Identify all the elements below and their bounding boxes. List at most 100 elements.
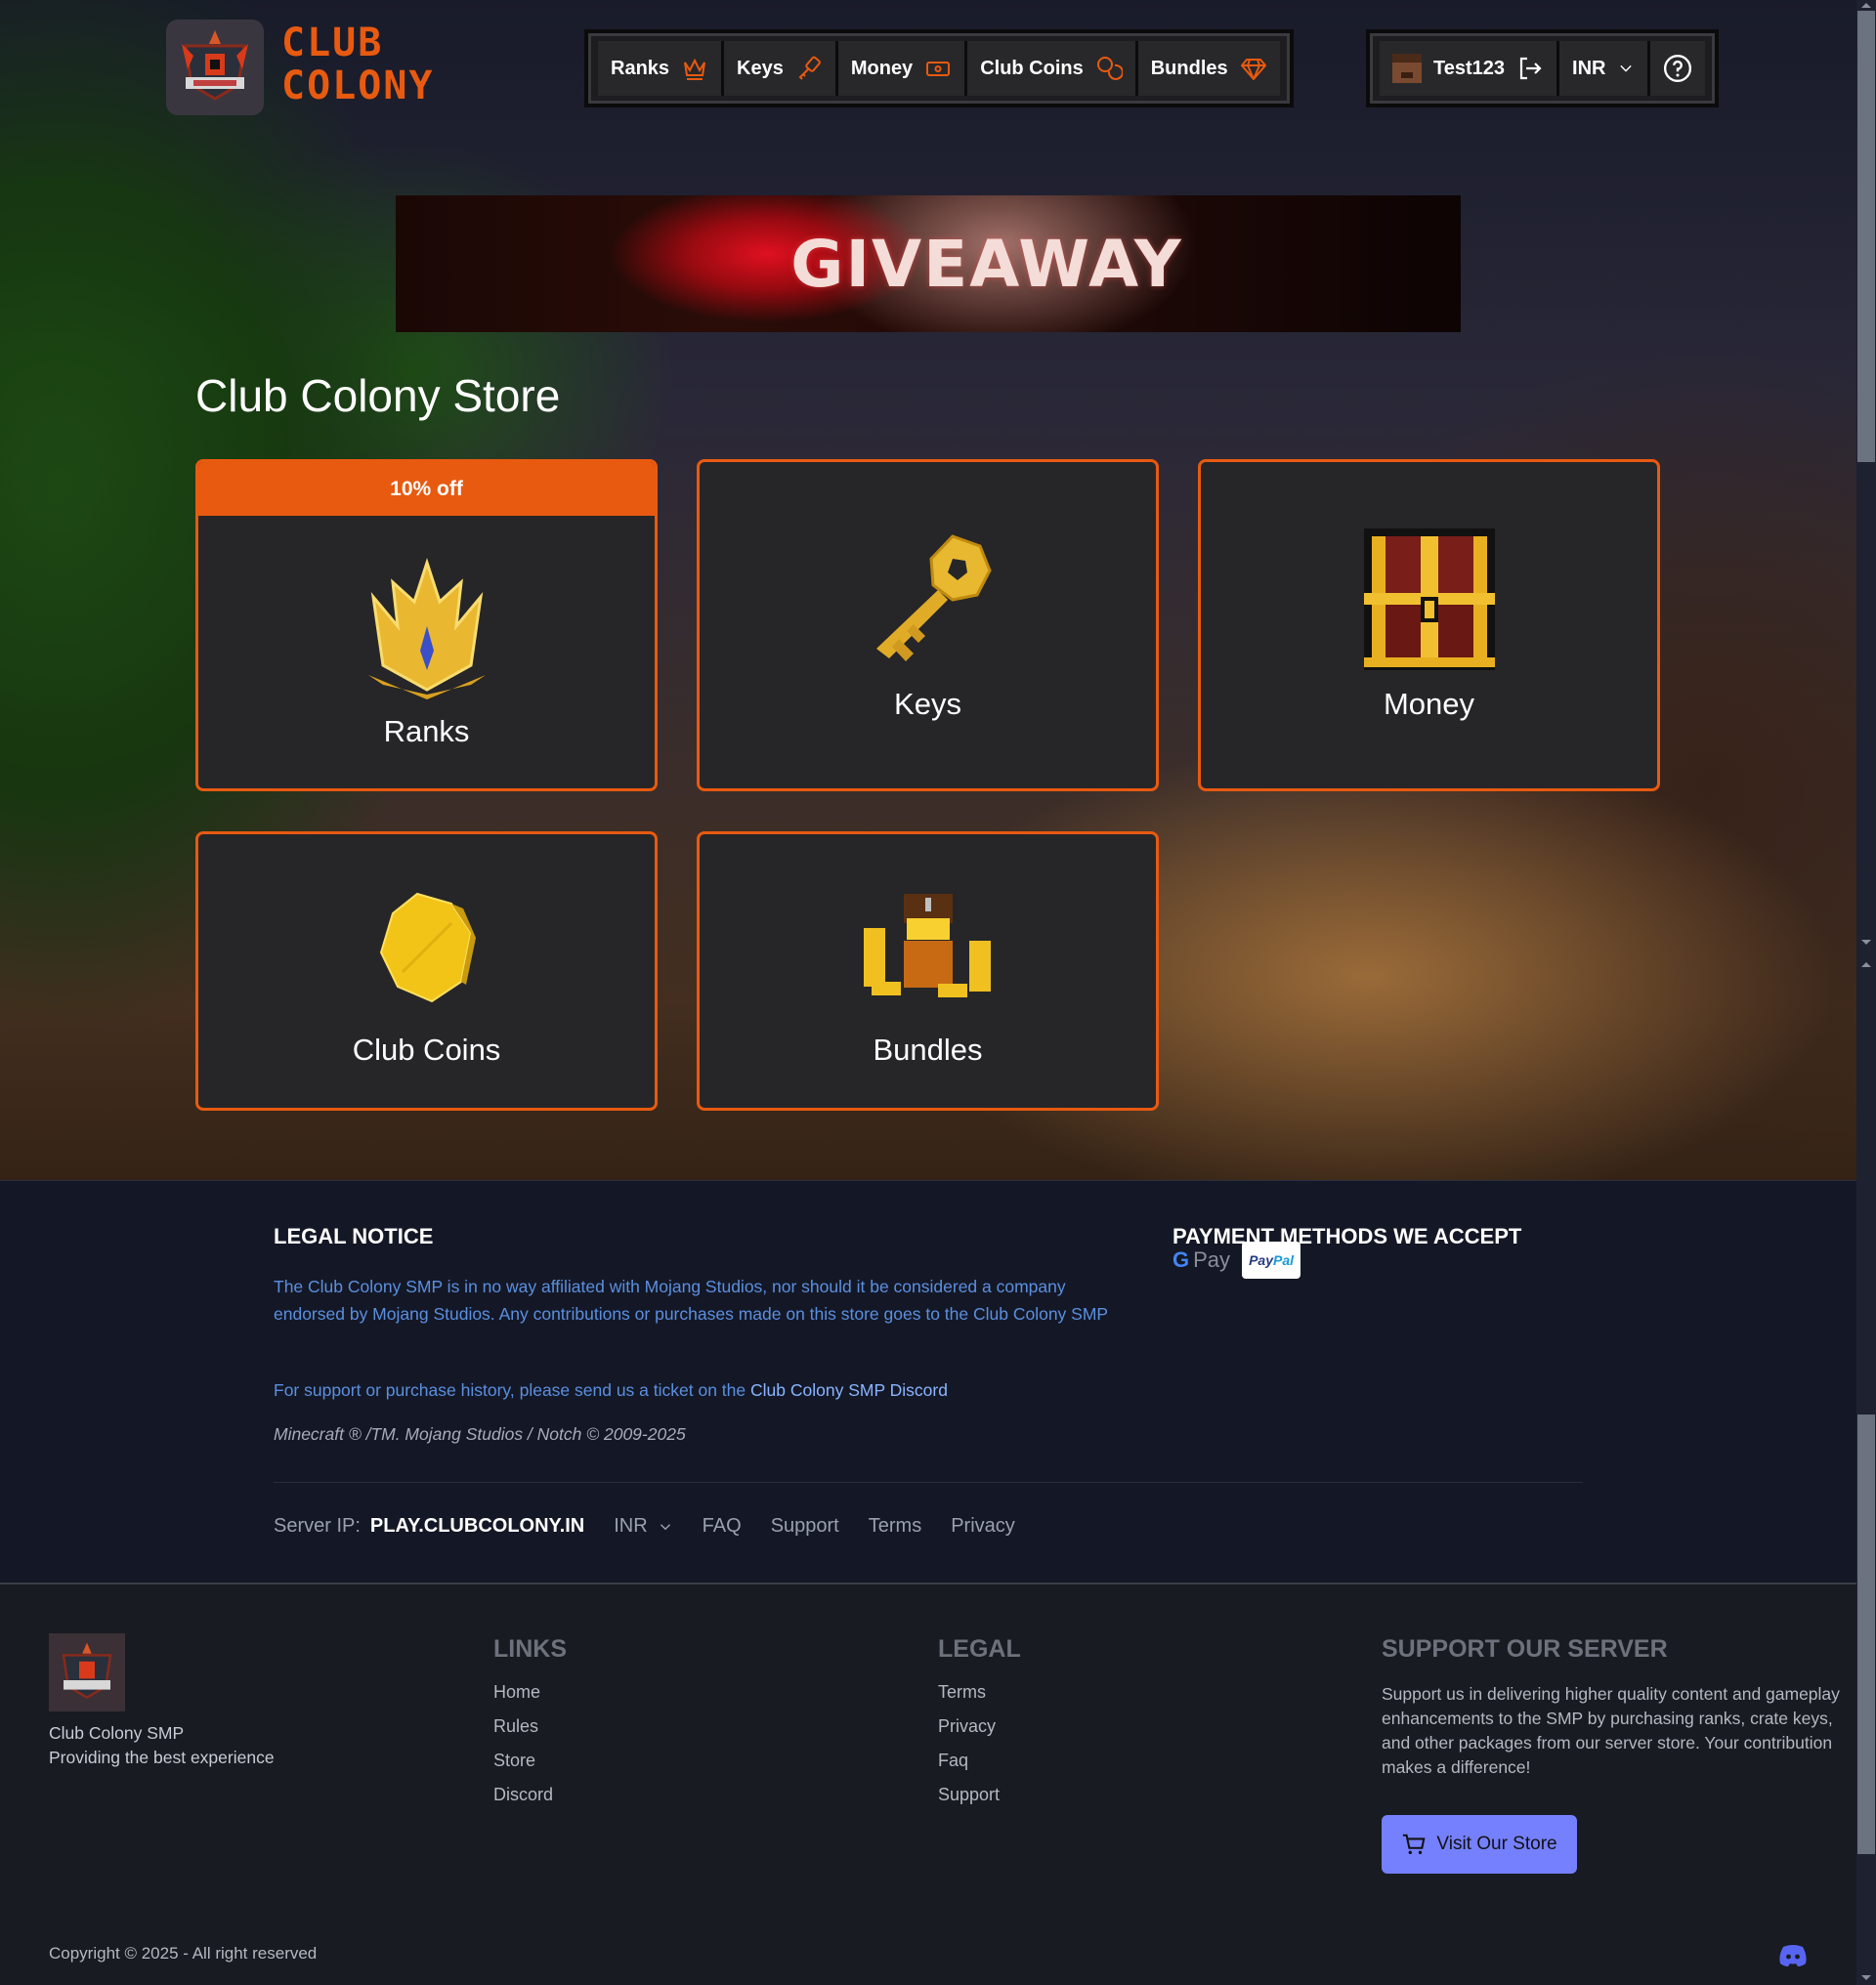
brand-name[interactable]: CLUB COLONY xyxy=(281,21,435,107)
links-title: LINKS xyxy=(493,1635,567,1663)
footer-link-privacy[interactable]: Privacy xyxy=(951,1515,1015,1538)
shield-logo-icon xyxy=(62,1642,112,1699)
footer-legal-support[interactable]: Support xyxy=(938,1785,1000,1819)
footer-legal-privacy[interactable]: Privacy xyxy=(938,1716,1000,1751)
banner-text: GIVEAWAY xyxy=(790,226,1183,302)
shield-logo-icon xyxy=(182,30,248,101)
scrollbar-thumb[interactable] xyxy=(1857,11,1875,462)
support-description: Support us in delivering higher quality … xyxy=(1382,1684,1840,1777)
legal-section: LEGAL NOTICE The Club Colony SMP is in n… xyxy=(0,1180,1856,1583)
nav-keys[interactable]: Keys xyxy=(724,41,838,96)
scroll-down-arrow-2[interactable] xyxy=(1861,1975,1871,1980)
nav-money[interactable]: Money xyxy=(837,41,968,96)
discord-link[interactable]: Club Colony SMP Discord xyxy=(750,1380,948,1400)
diamond-icon xyxy=(1240,59,1266,80)
copyright: Copyright © 2025 - All right reserved xyxy=(49,1944,318,1963)
footer-link-store[interactable]: Store xyxy=(493,1751,553,1785)
nav-club-coins[interactable]: Club Coins xyxy=(967,41,1138,96)
footer-link-rules[interactable]: Rules xyxy=(493,1716,553,1751)
category-label: Keys xyxy=(894,687,961,721)
category-label: Bundles xyxy=(873,1033,983,1067)
brand-line-2: COLONY xyxy=(281,63,435,108)
category-card-money[interactable]: Money xyxy=(1198,459,1660,791)
scroll-up-arrow-2[interactable] xyxy=(1861,962,1871,967)
nav-ranks-label: Ranks xyxy=(611,57,670,79)
footer-legal-list: Terms Privacy Faq Support xyxy=(938,1682,1000,1819)
scroll-down-arrow[interactable] xyxy=(1861,940,1871,945)
username: Test123 xyxy=(1433,57,1506,79)
help-button[interactable] xyxy=(1650,41,1706,96)
key-icon xyxy=(798,56,821,80)
footer-brand-name: Club Colony SMP xyxy=(49,1723,185,1743)
footer-link-discord[interactable]: Discord xyxy=(493,1785,553,1819)
server-ip-label: Server IP: xyxy=(274,1515,361,1537)
user-menu: Test123 INR xyxy=(1366,29,1720,107)
nav-club-coins-label: Club Coins xyxy=(980,57,1084,79)
legal-text: The Club Colony SMP is in no way affilia… xyxy=(274,1277,1109,1324)
category-label: Ranks xyxy=(383,713,470,748)
main-nav: Ranks Keys Money Club Coins Bundles xyxy=(584,29,1294,107)
nav-keys-label: Keys xyxy=(737,57,784,79)
player-avatar xyxy=(1392,54,1422,83)
nav-bundles-label: Bundles xyxy=(1150,57,1228,79)
legal-links-title: LEGAL xyxy=(938,1635,1021,1663)
category-card-bundles[interactable]: Bundles xyxy=(697,831,1159,1111)
footer-logo xyxy=(49,1633,125,1711)
google-g-icon: G xyxy=(1172,1247,1190,1272)
currency-select[interactable]: INR xyxy=(1559,41,1651,96)
cash-icon xyxy=(926,62,951,76)
currency-value: INR xyxy=(1572,57,1606,79)
footer-link-faq[interactable]: FAQ xyxy=(703,1515,742,1538)
nav-bundles[interactable]: Bundles xyxy=(1137,41,1280,96)
footer-legal-faq[interactable]: Faq xyxy=(938,1751,1000,1785)
key-art-icon xyxy=(850,528,1006,675)
crown-art-icon xyxy=(349,556,505,702)
brand-line-1: CLUB xyxy=(281,21,384,65)
crown-icon xyxy=(684,58,706,80)
discount-badge: 10% off xyxy=(198,462,655,516)
coins-icon xyxy=(1096,57,1123,80)
site-logo[interactable] xyxy=(166,20,264,115)
scrollbar-thumb-2[interactable] xyxy=(1857,1415,1875,1854)
scroll-up-arrow[interactable] xyxy=(1861,3,1871,8)
support-prefix: For support or purchase history, please … xyxy=(274,1380,750,1400)
help-circle-icon xyxy=(1664,54,1692,83)
nav-money-label: Money xyxy=(850,57,914,79)
category-card-club-coins[interactable]: Club Coins xyxy=(195,831,658,1111)
page-title: Club Colony Store xyxy=(195,370,561,421)
footer-links-list: Home Rules Store Discord xyxy=(493,1682,553,1819)
cart-icon xyxy=(1403,1834,1426,1855)
server-ip-value[interactable]: PLAY.CLUBCOLONY.IN xyxy=(370,1515,584,1538)
logout-icon[interactable] xyxy=(1516,55,1544,82)
gpay-logo: G Pay xyxy=(1172,1247,1231,1272)
footer-link-support[interactable]: Support xyxy=(771,1515,839,1538)
chevron-down-icon xyxy=(660,1523,670,1530)
footer-tagline: Providing the best experience xyxy=(49,1748,275,1767)
chevron-down-icon xyxy=(1620,64,1633,72)
footer-link-home[interactable]: Home xyxy=(493,1682,553,1716)
footer-currency-select[interactable]: INR xyxy=(614,1515,672,1538)
user-account[interactable]: Test123 xyxy=(1380,41,1560,96)
support-title: SUPPORT OUR SERVER xyxy=(1382,1635,1668,1663)
footer-currency-value: INR xyxy=(614,1515,648,1537)
footer-link-terms[interactable]: Terms xyxy=(869,1515,921,1538)
payment-methods: G Pay Pay Pal xyxy=(1172,1242,1301,1279)
category-card-ranks[interactable]: 10% off Ranks xyxy=(195,459,658,791)
footer-legal-terms[interactable]: Terms xyxy=(938,1682,1000,1716)
footer-brand: Club Colony SMP Providing the best exper… xyxy=(49,1721,275,1770)
giveaway-banner[interactable]: GIVEAWAY xyxy=(396,195,1461,332)
support-text: For support or purchase history, please … xyxy=(274,1376,1153,1404)
category-label: Club Coins xyxy=(352,1033,501,1067)
category-label: Money xyxy=(1383,687,1475,721)
visit-store-label: Visit Our Store xyxy=(1436,1834,1557,1854)
footer-info-row: Server IP: PLAY.CLUBCOLONY.IN INR FAQ Su… xyxy=(274,1515,1015,1538)
category-card-keys[interactable]: Keys xyxy=(697,459,1159,791)
nav-ranks[interactable]: Ranks xyxy=(598,41,725,96)
trademark-text: Minecraft ® /TM. Mojang Studios / Notch … xyxy=(274,1424,686,1444)
coin-art-icon xyxy=(349,874,505,1021)
discord-icon[interactable] xyxy=(1778,1944,1808,1967)
visit-store-button[interactable]: Visit Our Store xyxy=(1382,1815,1577,1874)
site-footer: Club Colony SMP Providing the best exper… xyxy=(0,1583,1856,1985)
legal-title: LEGAL NOTICE xyxy=(274,1224,434,1248)
paypal-logo: Pay Pal xyxy=(1242,1242,1301,1279)
